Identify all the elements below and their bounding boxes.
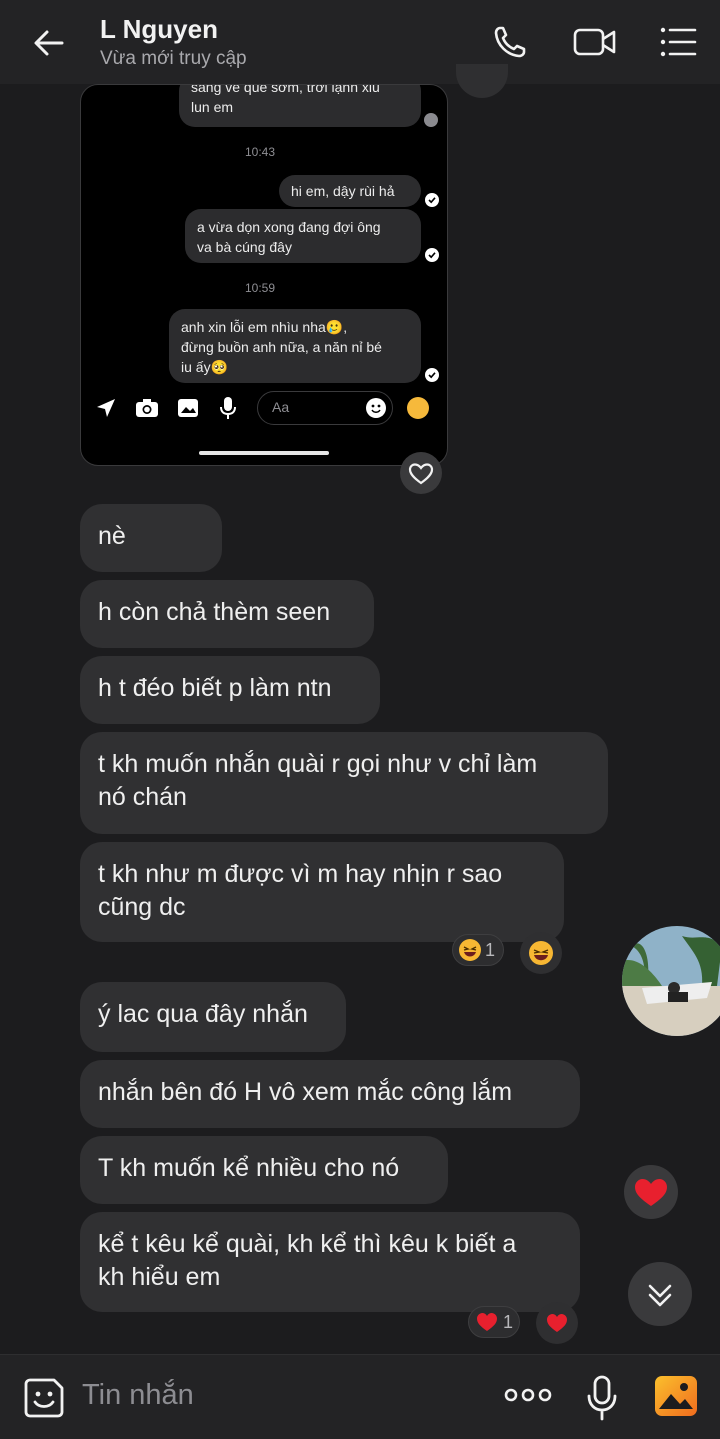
message-bubble[interactable]: kể t kêu kể quài, kh kể thì kêu k biết a… [80,1212,580,1312]
back-arrow-icon[interactable] [28,22,70,64]
text-line: lun em [191,99,234,115]
image-icon[interactable] [654,1375,698,1422]
shared-screenshot-image[interactable]: sáng về quê sớm, trời lạnh xỉu lun em 10… [80,84,448,466]
video-call-icon[interactable] [572,20,616,64]
text-line: iu ấy🥺 [181,359,229,375]
scroll-to-bottom-button[interactable] [628,1262,692,1326]
text-line: đừng buồn anh nữa, a năn nỉ bé [181,339,382,355]
screenshot-composer: Aa [257,391,393,425]
message-text-line: kh hiểu em [98,1263,221,1291]
text-line: sáng về quê sớm, trời lạnh xỉu [191,84,380,95]
screenshot-timestamp: 10:43 [245,145,276,159]
more-dots-icon[interactable] [504,1385,552,1410]
message-text-line: nó chán [98,783,187,811]
add-reaction-button[interactable] [520,932,562,974]
gallery-icon [177,397,199,424]
contact-name[interactable]: L Nguyen [100,14,218,45]
phone-icon[interactable] [488,20,532,64]
reaction-badge[interactable]: 1 [468,1306,520,1338]
text-line: va bà cúng đây [197,239,292,255]
message-bubble[interactable]: ý lac qua đây nhắn [80,982,346,1052]
screenshot-message-in: sáng về quê sớm, trời lạnh xỉu lun em [179,84,421,127]
message-bubble[interactable]: t kh như m được vì m hay nhịn r sao cũng… [80,842,564,942]
message-bubble[interactable]: T kh muốn kể nhiều cho nó [80,1136,448,1204]
sticker-icon[interactable] [22,1376,66,1425]
message-bubble[interactable]: h còn chả thèm seen [80,580,374,648]
message-text-line: t kh như m được vì m hay nhịn r sao [98,860,503,888]
camera-icon [135,397,159,424]
top-bar: L Nguyen Vừa mới truy cập [0,0,720,84]
text-line: hi em, dậy rùi hả [291,183,395,199]
kiss-emoji-icon [407,397,429,419]
emoji-icon [366,398,386,418]
message-text-line: cũng dc [98,893,186,921]
reaction-count: 1 [503,1312,514,1332]
location-icon [95,397,117,424]
menu-icon[interactable] [656,20,700,64]
screenshot-message-out: hi em, dậy rùi hả [279,175,421,207]
reaction-count: 1 [485,940,496,960]
screenshot-composer-placeholder: Aa [272,399,290,415]
message-bubble[interactable]: t kh muốn nhắn quài r gọi như v chỉ làm … [80,732,608,834]
contact-avatar-bubble[interactable] [622,926,720,1036]
message-text: h còn chả thèm seen [98,598,331,626]
message-composer: Tin nhắn [0,1354,720,1439]
screenshot-timestamp: 10:59 [245,281,276,295]
partial-reaction-button [456,64,508,98]
text-line: a vừa dọn xong đang đợi ông [197,219,381,235]
message-text: nè [98,522,126,550]
home-indicator [199,451,329,455]
seen-avatar-icon [424,113,438,127]
screenshot-message-out: a vừa dọn xong đang đợi ông va bà cúng đ… [185,209,421,263]
sent-check-icon [425,368,439,382]
laughing-emoji-icon [529,941,553,965]
heart-emoji-icon [475,1311,499,1338]
sent-check-icon [425,193,439,207]
message-bubble[interactable]: nè [80,504,222,572]
sent-check-icon [425,248,439,262]
heart-emoji-icon [545,1312,569,1339]
message-text: h t đéo biết p làm ntn [98,674,332,702]
message-text: nhắn bên đó H vô xem mắc công lắm [98,1078,513,1106]
message-input[interactable]: Tin nhắn [82,1379,194,1412]
text-line: anh xin lỗi em nhìu nha🥲, [181,319,348,335]
message-text-line: kể t kêu kể quài, kh kể thì kêu k biết a [98,1230,517,1258]
message-text-line: t kh muốn nhắn quài r gọi như v chỉ làm [98,750,538,778]
reaction-badge[interactable]: 1 [452,934,504,966]
react-heart-outline-icon[interactable] [400,452,442,494]
screenshot-message-out: anh xin lỗi em nhìu nha🥲, đừng buồn anh … [169,309,421,383]
message-bubble[interactable]: nhắn bên đó H vô xem mắc công lắm [80,1060,580,1128]
message-text: T kh muốn kể nhiều cho nó [98,1154,400,1182]
quick-heart-button[interactable] [624,1165,678,1219]
add-reaction-button[interactable] [536,1302,578,1344]
contact-status: Vừa mới truy cập [100,48,247,69]
microphone-icon[interactable] [586,1375,618,1426]
message-text: ý lac qua đây nhắn [98,1000,308,1028]
mic-icon [219,396,237,425]
message-bubble[interactable]: h t đéo biết p làm ntn [80,656,380,724]
laughing-emoji-icon [459,939,481,961]
